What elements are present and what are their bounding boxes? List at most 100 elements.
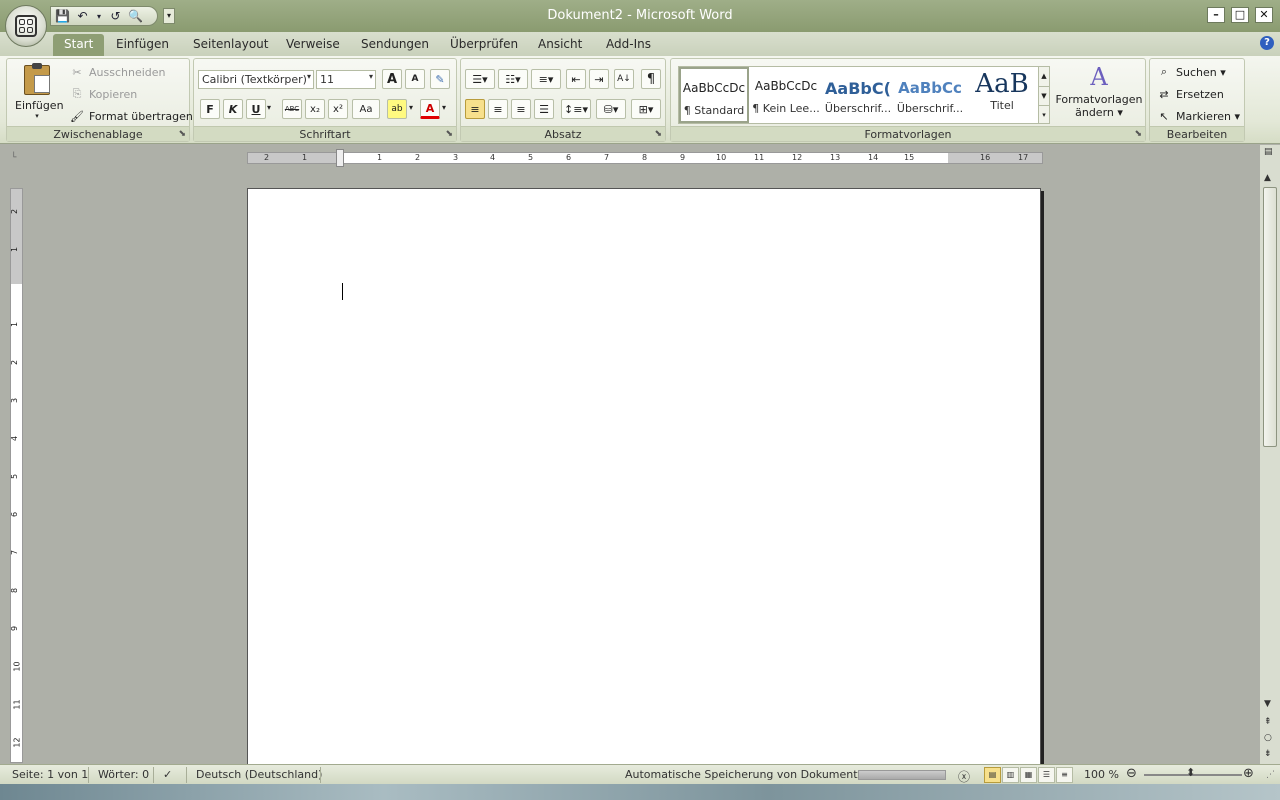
redo-icon[interactable]: ↺: [108, 9, 123, 23]
clipboard-launcher-icon[interactable]: ⬊: [178, 129, 186, 139]
style-standard[interactable]: AaBbCcDc ¶ Standard: [679, 67, 749, 123]
styles-launcher-icon[interactable]: ⬊: [1134, 129, 1142, 139]
help-icon[interactable]: ?: [1260, 36, 1274, 50]
horizontal-ruler[interactable]: 2 1 1 2 3 4 5 6 7 8 9 10 11 12 13 14 15 …: [247, 149, 1043, 167]
tab-add-ins[interactable]: Add-Ins: [606, 37, 651, 51]
gallery-up-icon[interactable]: ▲: [1039, 67, 1049, 86]
language-indicator[interactable]: Deutsch (Deutschland): [196, 768, 322, 781]
sort-button[interactable]: A↓: [614, 69, 634, 89]
bullets-button[interactable]: ☰▾: [465, 69, 495, 89]
browse-object-icon[interactable]: ○: [1264, 733, 1272, 743]
word-count[interactable]: Wörter: 0: [98, 768, 149, 781]
scroll-down-icon[interactable]: ▼: [1264, 699, 1271, 709]
subscript-button[interactable]: x₂: [305, 99, 325, 119]
line-spacing-button[interactable]: ↕≡▾: [561, 99, 591, 119]
zoom-in-icon[interactable]: ⊕: [1243, 766, 1254, 781]
change-case-button[interactable]: Aa: [352, 99, 380, 119]
grow-font-button[interactable]: A: [382, 69, 402, 89]
proofing-icon[interactable]: ✓: [163, 768, 172, 781]
close-button[interactable]: ✕: [1255, 7, 1273, 23]
style-titel[interactable]: AaB Titel: [967, 67, 1037, 123]
save-icon[interactable]: 💾: [55, 9, 70, 23]
replace-button[interactable]: ⇄ Ersetzen: [1156, 86, 1223, 102]
align-center-button[interactable]: ≡: [488, 99, 508, 119]
increase-indent-button[interactable]: ⇥: [589, 69, 609, 89]
superscript-button[interactable]: x²: [328, 99, 348, 119]
tab-verweise[interactable]: Verweise: [286, 37, 340, 51]
align-right-button[interactable]: ≡: [511, 99, 531, 119]
tab-sendungen[interactable]: Sendungen: [361, 37, 429, 51]
zoom-slider-thumb[interactable]: ⬍: [1186, 766, 1195, 779]
maximize-button[interactable]: □: [1231, 7, 1249, 23]
copy-button[interactable]: ⎘ Kopieren: [69, 86, 138, 102]
resize-grip-icon[interactable]: ⋰: [1266, 770, 1275, 780]
next-page-icon[interactable]: ⇟: [1264, 749, 1272, 759]
find-button[interactable]: ⌕ Suchen ▾: [1156, 64, 1226, 80]
vertical-ruler[interactable]: 2 1 1 2 3 4 5 6 7 8 9 10 11 12: [10, 188, 23, 763]
scroll-up-icon[interactable]: ▲: [1264, 173, 1271, 183]
tab-ueberpruefen[interactable]: Überprüfen: [450, 37, 518, 51]
font-launcher-icon[interactable]: ⬊: [445, 129, 453, 139]
gallery-down-icon[interactable]: ▼: [1039, 86, 1049, 105]
customize-qat-button[interactable]: ▾: [163, 8, 175, 24]
draft-view-button[interactable]: ≡: [1056, 767, 1073, 783]
underline-button[interactable]: U: [246, 99, 266, 119]
align-left-button[interactable]: ≡: [465, 99, 485, 119]
select-button[interactable]: ↖ Markieren ▾: [1156, 108, 1240, 124]
font-size-combo[interactable]: 11 ▾: [316, 70, 376, 89]
tab-einfuegen[interactable]: Einfügen: [116, 37, 169, 51]
paste-button[interactable]: Einfügen ▾: [15, 63, 64, 121]
tab-selector-icon[interactable]: └: [11, 154, 23, 164]
print-layout-view-button[interactable]: ▤: [984, 767, 1001, 783]
tab-ansicht[interactable]: Ansicht: [538, 37, 582, 51]
strikethrough-button[interactable]: ABC: [282, 99, 302, 119]
office-button[interactable]: [5, 5, 47, 47]
font-color-button[interactable]: A: [420, 99, 440, 119]
web-layout-button[interactable]: ▦: [1020, 767, 1037, 783]
zoom-level[interactable]: 100 %: [1084, 768, 1119, 781]
page-count[interactable]: Seite: 1 von 1: [12, 768, 88, 781]
cancel-autosave-icon[interactable]: ⓧ: [958, 768, 970, 785]
italic-button[interactable]: K: [223, 99, 243, 119]
style-ueberschrift-2[interactable]: AaBbCc Überschrif...: [895, 67, 965, 123]
print-preview-icon[interactable]: 🔍: [128, 9, 143, 23]
style-kein-leerraum[interactable]: AaBbCcDc ¶ Kein Lee...: [751, 67, 821, 123]
show-marks-button[interactable]: ¶: [641, 69, 661, 89]
decrease-indent-button[interactable]: ⇤: [566, 69, 586, 89]
document-page[interactable]: [247, 188, 1041, 768]
divider: [153, 767, 154, 783]
scroll-thumb[interactable]: [1263, 187, 1277, 447]
zoom-out-icon[interactable]: ⊖: [1126, 766, 1137, 781]
bold-button[interactable]: F: [200, 99, 220, 119]
cut-button[interactable]: ✂ Ausschneiden: [69, 64, 165, 80]
vertical-scrollbar[interactable]: ▤ ▲ ▼ ⇞ ○ ⇟: [1260, 145, 1280, 765]
borders-button[interactable]: ⊞▾: [631, 99, 661, 119]
highlight-dropdown-icon[interactable]: ▾: [409, 103, 413, 112]
highlight-button[interactable]: ab: [387, 99, 407, 119]
undo-dropdown-icon[interactable]: ▾: [95, 9, 103, 23]
outline-view-button[interactable]: ☰: [1038, 767, 1055, 783]
paragraph-launcher-icon[interactable]: ⬊: [654, 129, 662, 139]
shading-button[interactable]: ⛁▾: [596, 99, 626, 119]
style-ueberschrift-1[interactable]: AaBbC( Überschrif...: [823, 67, 893, 123]
clear-formatting-button[interactable]: ✎: [430, 69, 450, 89]
font-family-combo[interactable]: Calibri (Textkörper) ▾: [198, 70, 314, 89]
ruler-toggle-icon[interactable]: ▤: [1264, 147, 1273, 157]
previous-page-icon[interactable]: ⇞: [1264, 717, 1272, 727]
gallery-more-icon[interactable]: ▾: [1039, 105, 1049, 123]
multilevel-list-button[interactable]: ≡▾: [531, 69, 561, 89]
full-screen-reading-button[interactable]: ▥: [1002, 767, 1019, 783]
shrink-font-button[interactable]: A: [405, 69, 425, 89]
underline-dropdown-icon[interactable]: ▾: [267, 103, 271, 112]
format-painter-button[interactable]: 🖌 Format übertragen: [69, 108, 193, 124]
tab-start[interactable]: Start: [53, 34, 105, 56]
justify-button[interactable]: ☰: [534, 99, 554, 119]
minimize-button[interactable]: –: [1207, 7, 1225, 23]
change-styles-button[interactable]: A Formatvorlagen ändern ▾: [1055, 63, 1143, 119]
gallery-scroll[interactable]: ▲ ▼ ▾: [1038, 66, 1050, 124]
undo-icon[interactable]: ↶: [75, 9, 90, 23]
tab-seitenlayout[interactable]: Seitenlayout: [193, 37, 268, 51]
font-color-dropdown-icon[interactable]: ▾: [442, 103, 446, 112]
numbering-button[interactable]: ☷▾: [498, 69, 528, 89]
indent-marker[interactable]: [336, 149, 344, 167]
